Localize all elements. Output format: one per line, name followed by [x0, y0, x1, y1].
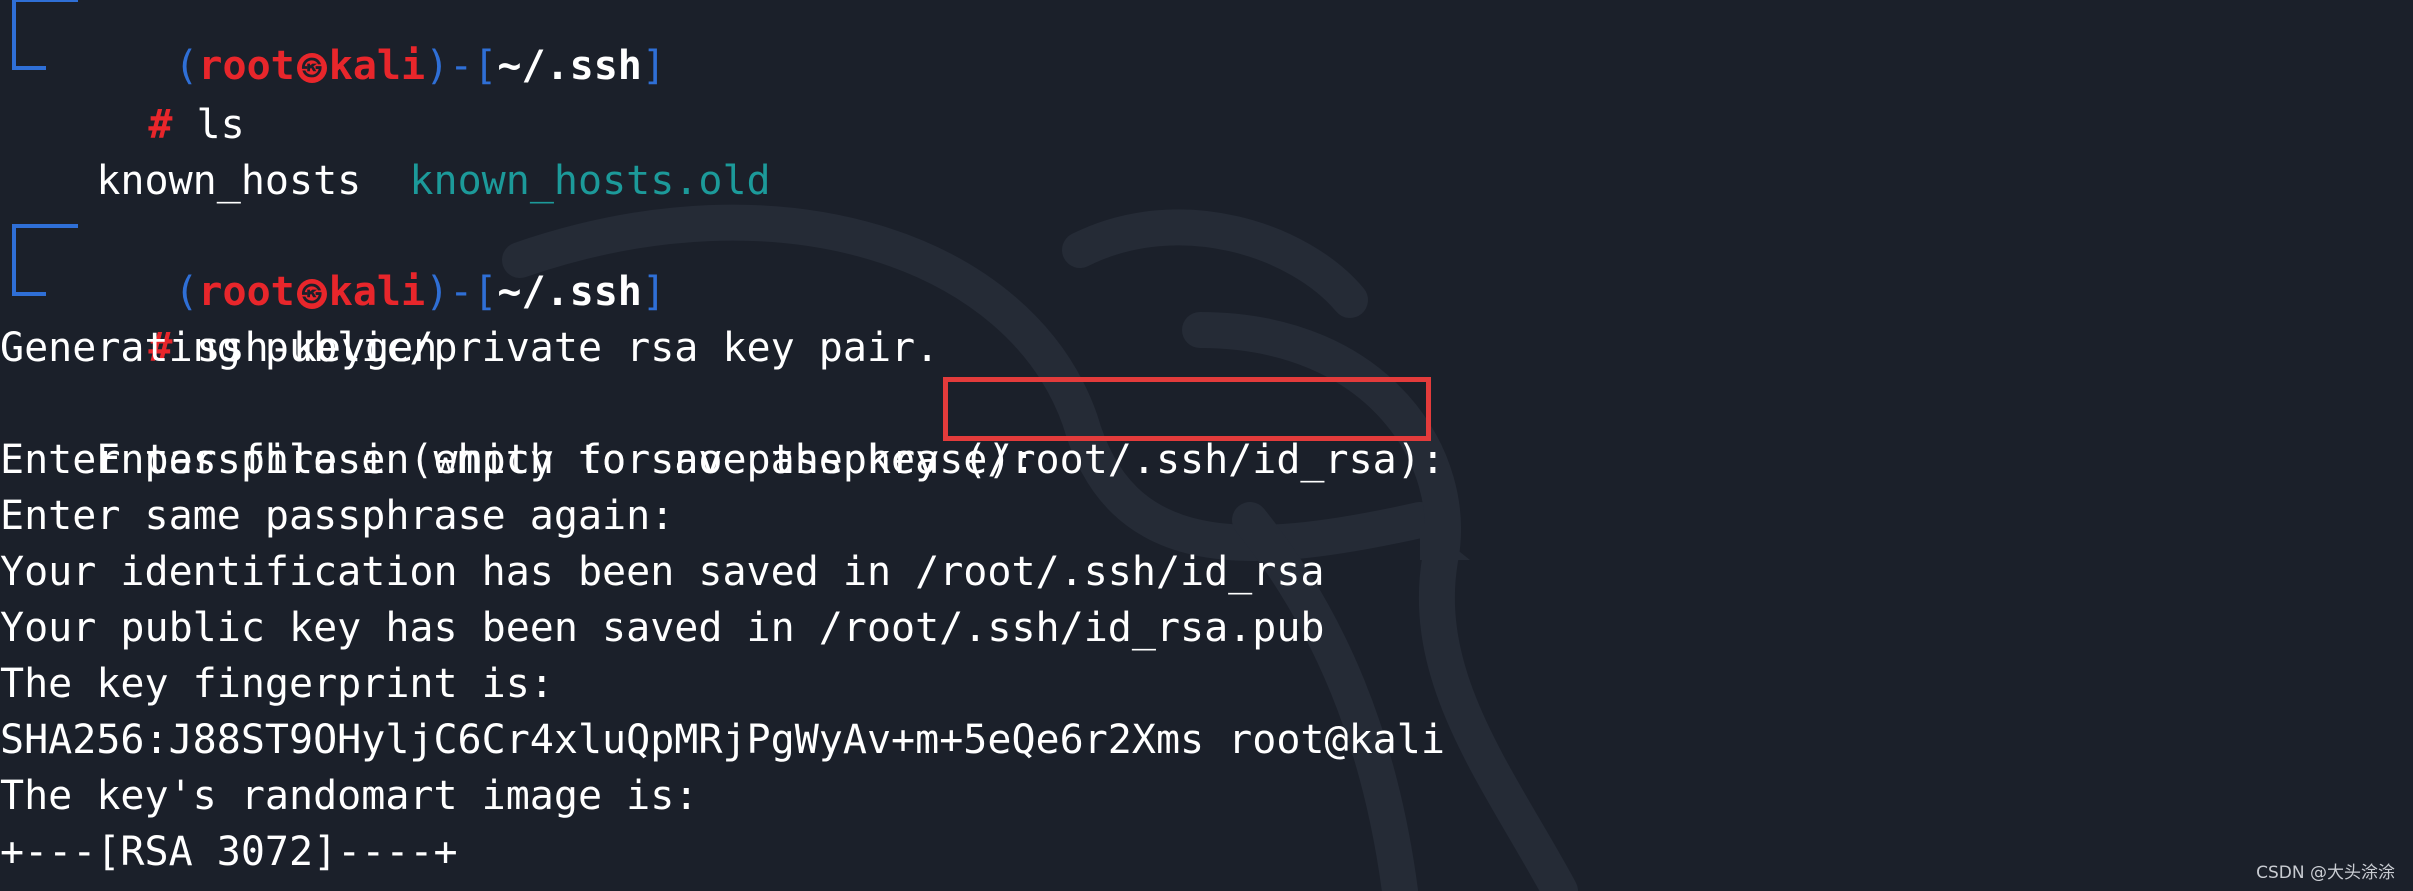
prompt-line: (root ㉿ kali)-[~/.ssh] — [78, 208, 666, 315]
prompt-close-bracket: ] — [641, 43, 666, 89]
file-known-hosts-old: known_hosts.old — [409, 158, 771, 204]
output-line: The key fingerprint is: — [0, 661, 554, 707]
output-line: The key's randomart image is: — [0, 773, 699, 819]
terminal-window[interactable]: (root ㉿ kali)-[~/.ssh] # ls known_hosts kn… — [0, 0, 2413, 891]
output-colon: : — [1420, 437, 1445, 483]
prompt-frame-bottom — [12, 30, 46, 70]
prompt-open-bracket: [ — [473, 43, 498, 89]
output-line: Generating public/private rsa key pair. — [0, 325, 940, 371]
prompt-host: kali — [328, 43, 426, 89]
key-path-highlight — [943, 377, 1431, 441]
prompt-line: (root ㉿ kali)-[~/.ssh] — [78, 0, 666, 89]
randomart-header: +---[RSA 3072]----+ — [0, 829, 458, 875]
command-line: # ls — [52, 41, 244, 148]
prompt-frame-bottom — [12, 256, 46, 296]
output-line: Your public key has been saved in /root/… — [0, 605, 1325, 651]
csdn-watermark: CSDN @大头涂涂 — [2256, 863, 2395, 883]
ls-output-line: known_hosts known_hosts.old — [0, 97, 770, 204]
prompt-close-bracket: ] — [641, 269, 666, 315]
output-line: Enter same passphrase again: — [0, 493, 675, 539]
prompt-dash: - — [449, 269, 474, 315]
file-known-hosts: known_hosts — [96, 158, 362, 204]
prompt-dash: - — [449, 43, 474, 89]
fingerprint-line: SHA256:J88ST9OHyljC6Cr4xluQpMRjPgWyAv+m+… — [0, 717, 1445, 763]
prompt-open-bracket: [ — [473, 269, 498, 315]
output-line: Enter passphrase (empty for no passphras… — [0, 437, 1036, 483]
prompt-close-paren: ) — [425, 43, 450, 89]
prompt-cwd: ~/.ssh — [497, 43, 642, 89]
prompt-frame-top — [12, 0, 78, 32]
output-line: Your identification has been saved in /r… — [0, 549, 1325, 595]
prompt-frame-top — [12, 224, 78, 258]
kali-skull-icon: ㉿ — [296, 53, 327, 83]
prompt-cwd: ~/.ssh — [497, 269, 642, 315]
command-line: # ssh-keygen — [52, 264, 437, 371]
